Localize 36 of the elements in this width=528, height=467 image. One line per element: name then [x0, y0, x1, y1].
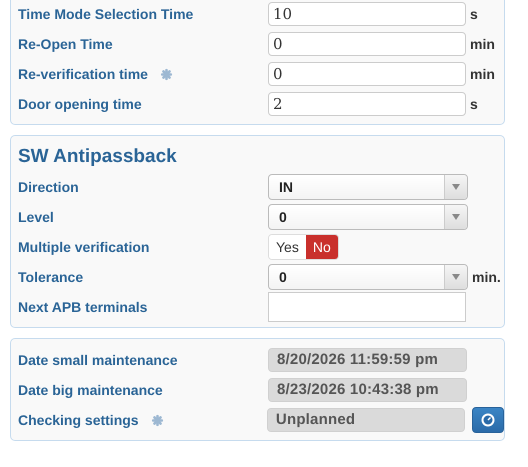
caret-icon	[452, 214, 460, 220]
field-label: Direction	[18, 179, 79, 195]
dropdown[interactable]: 0	[268, 264, 468, 290]
input-field[interactable]: 10	[268, 2, 466, 26]
readonly-field: Unplanned	[266, 408, 466, 432]
unit-label: min	[470, 66, 495, 82]
field-label: Re-Open Time	[18, 36, 113, 52]
unit-label: s	[470, 96, 478, 112]
field-label: Checking settings	[18, 412, 139, 428]
caret-icon	[452, 274, 460, 280]
input-field[interactable]: 0	[268, 32, 466, 56]
gauge-button[interactable]	[472, 407, 504, 433]
gauge-icon	[481, 413, 496, 427]
input-field[interactable]	[268, 292, 466, 322]
field-label: Time Mode Selection Time	[18, 6, 194, 22]
dropdown[interactable]: 0	[268, 204, 468, 230]
input-field[interactable]: 2	[268, 92, 466, 116]
dropdown[interactable]: IN	[268, 174, 468, 200]
readonly-field: 8/23/2026 10:43:38 pm	[268, 378, 467, 402]
unit-label: s	[470, 6, 478, 22]
field-label: Date small maintenance	[18, 352, 178, 368]
toggle-option[interactable]: Yes	[269, 235, 306, 259]
caret-icon	[452, 184, 460, 190]
field-label: Door opening time	[18, 96, 142, 112]
readonly-field: 8/20/2026 11:59:59 pm	[268, 348, 467, 372]
unit-label: min.	[472, 269, 501, 285]
field-label: Re-verification time	[18, 66, 148, 82]
field-label: Multiple verification	[18, 239, 150, 255]
field-label: Level	[18, 209, 54, 225]
section-title: SW Antipassback	[18, 145, 178, 169]
toggle-option[interactable]: No	[306, 235, 338, 259]
field-label: Date big maintenance	[18, 382, 163, 398]
unit-label: min	[470, 36, 495, 52]
field-label: Tolerance	[18, 269, 84, 285]
field-label: Next APB terminals	[18, 299, 148, 315]
input-field[interactable]: 0	[268, 62, 466, 86]
